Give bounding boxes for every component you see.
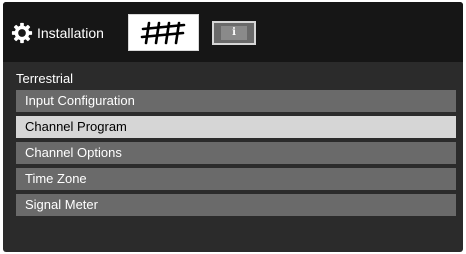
installation-menu: Input Configuration Channel Program Chan… (16, 90, 456, 220)
section-title: Terrestrial (16, 71, 74, 86)
menu-item-signal-meter[interactable]: Signal Meter (16, 194, 456, 216)
info-icon: i (221, 26, 247, 40)
menu-item-channel-program[interactable]: Channel Program (16, 116, 456, 138)
menu-item-channel-options[interactable]: Channel Options (16, 142, 456, 164)
tab-info[interactable]: i (212, 21, 256, 45)
menu-item-time-zone[interactable]: Time Zone (16, 168, 456, 190)
antenna-icon (140, 21, 185, 44)
gear-icon (11, 22, 33, 44)
tab-antenna[interactable] (128, 14, 199, 51)
menu-item-input-configuration[interactable]: Input Configuration (16, 90, 456, 112)
header-title: Installation (11, 21, 104, 45)
header-title-label: Installation (37, 25, 104, 41)
header-bar: Installation i (3, 2, 463, 62)
installation-screen: Installation i Terrestrial Input Configu… (3, 2, 463, 252)
